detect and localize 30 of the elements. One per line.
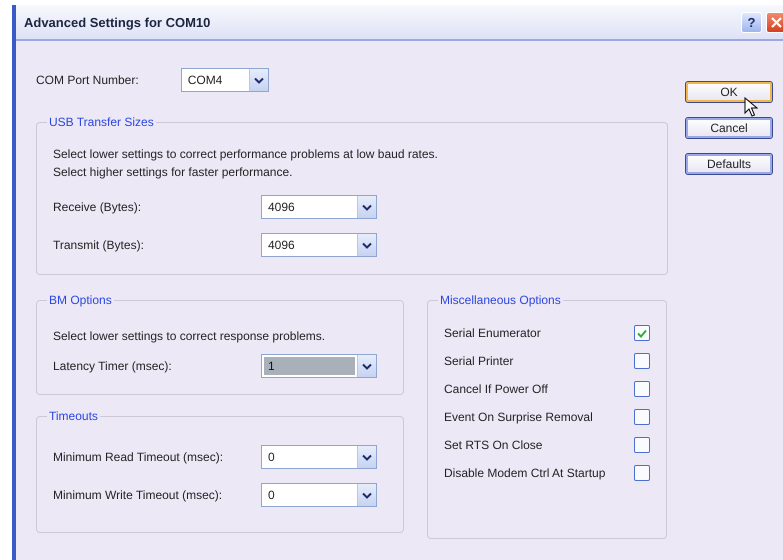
window-title: Advanced Settings for COM10: [24, 14, 212, 30]
dropdown[interactable]: 0: [261, 445, 377, 469]
field-label: COM Port Number:: [36, 73, 139, 87]
group-title: Timeouts: [48, 409, 99, 423]
group-title: Miscellaneous Options: [439, 293, 562, 307]
checkbox-label: Set RTS On Close: [444, 438, 542, 452]
group-title: BM Options: [48, 293, 113, 307]
description-text: Select higher settings for faster performance.: [53, 164, 294, 181]
checkbox-label: Event On Surprise Removal: [444, 410, 593, 424]
dropdown[interactable]: 1: [261, 354, 377, 378]
checkbox-label: Disable Modem Ctrl At Startup: [444, 466, 606, 480]
dropdown[interactable]: 4096: [261, 233, 377, 257]
dropdown[interactable]: 0: [261, 483, 377, 507]
field-label: Minimum Read Timeout (msec):: [53, 450, 224, 464]
dialog-button[interactable]: Cancel: [685, 117, 773, 139]
field-label: Minimum Write Timeout (msec):: [53, 488, 224, 502]
dialog-button[interactable]: Defaults: [685, 153, 773, 175]
checkbox-label: Serial Enumerator: [444, 326, 541, 340]
dropdown[interactable]: 4096: [261, 195, 377, 219]
field-label: Latency Timer (msec):: [53, 359, 173, 373]
dropdown[interactable]: COM4: [180, 68, 269, 92]
dialog-button[interactable]: OK: [685, 81, 773, 103]
checkbox-label: Cancel If Power Off: [444, 382, 548, 396]
description-text: Select lower settings to correct response problems.: [53, 328, 326, 345]
field-label: Receive (Bytes):: [53, 200, 142, 214]
group-title: USB Transfer Sizes: [48, 115, 155, 129]
field-label: Transmit (Bytes):: [53, 238, 145, 252]
checkbox-label: Serial Printer: [444, 354, 514, 368]
help-button[interactable]: ?: [741, 12, 762, 32]
description-text: Select lower settings to correct performance problems at low baud rates.: [53, 146, 439, 163]
